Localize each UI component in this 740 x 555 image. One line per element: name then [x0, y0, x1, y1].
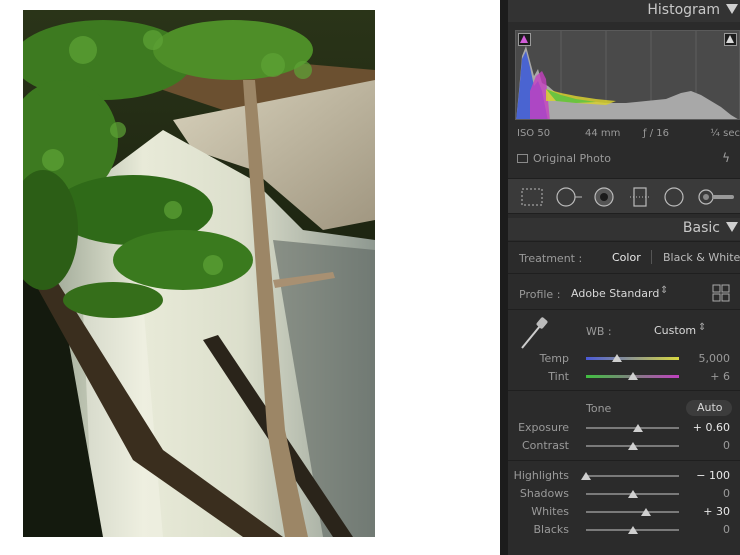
histogram-graph[interactable] — [515, 30, 740, 120]
treatment-bw-option[interactable]: Black & White — [663, 251, 740, 264]
panel-divider — [500, 0, 508, 555]
exif-shutter: ¼ sec — [710, 128, 740, 139]
original-photo-checkbox[interactable] — [517, 154, 528, 163]
slider-thumb[interactable] — [641, 508, 652, 516]
eyedropper-icon[interactable] — [518, 316, 550, 352]
auto-button[interactable]: Auto — [697, 401, 723, 414]
profile-dropdown[interactable]: Adobe Standard — [571, 287, 659, 300]
grid-icon[interactable] — [712, 284, 730, 302]
graduated-filter-icon[interactable] — [628, 187, 652, 207]
temp-value[interactable]: 5,000 — [699, 352, 731, 365]
tint-label: Tint — [548, 370, 569, 383]
exif-iso: ISO 50 — [517, 128, 551, 139]
radial-filter-icon[interactable] — [662, 187, 686, 207]
slider-thumb[interactable] — [627, 490, 638, 498]
temp-slider-thumb[interactable] — [611, 354, 622, 362]
slider-value[interactable]: 0 — [723, 523, 730, 536]
treatment-separator — [651, 250, 652, 264]
treatment-label: Treatment : — [519, 252, 583, 265]
collapse-triangle-icon[interactable] — [726, 4, 738, 14]
slider-thumb[interactable] — [633, 424, 644, 432]
profile-label: Profile : — [519, 288, 561, 301]
photo-canvas — [0, 0, 500, 555]
basic-title: Basic — [682, 220, 720, 236]
lightning-icon[interactable]: ϟ — [722, 151, 730, 165]
slider-label: Contrast — [521, 439, 569, 452]
shadow-clipping-toggle[interactable] — [518, 33, 531, 46]
slider-label: Blacks — [533, 523, 570, 536]
temp-slider-track[interactable] — [586, 357, 679, 360]
slider-thumb[interactable] — [581, 472, 591, 480]
basic-header[interactable]: Basic — [508, 218, 740, 240]
wb-label: WB : — [586, 325, 612, 338]
slider-track[interactable] — [586, 475, 679, 477]
spot-removal-icon[interactable] — [554, 187, 584, 207]
crop-icon[interactable] — [520, 187, 544, 207]
slider-value[interactable]: 0 — [723, 439, 730, 452]
slider-value[interactable]: + 30 — [703, 505, 730, 518]
histogram-curve — [516, 31, 738, 119]
tool-strip — [508, 178, 740, 214]
tint-slider-thumb[interactable] — [628, 372, 639, 380]
exif-info: ISO 50 44 mm ƒ / 16 ¼ sec — [517, 128, 740, 142]
histogram-header[interactable]: Histogram — [508, 0, 740, 22]
slider-value[interactable]: 0 — [723, 487, 730, 500]
original-photo-row[interactable]: Original Photo ϟ — [517, 151, 740, 168]
slider-thumb[interactable] — [627, 526, 638, 534]
slider-label: Whites — [531, 505, 569, 518]
temp-label: Temp — [539, 352, 569, 365]
histogram-title: Histogram — [647, 2, 720, 18]
slider-value[interactable]: + 0.60 — [693, 421, 730, 434]
slider-thumb[interactable] — [627, 442, 638, 450]
red-eye-icon[interactable] — [592, 187, 616, 207]
adjustment-brush-icon[interactable] — [696, 187, 736, 207]
profile-dropdown-arrows-icon[interactable]: ⇕ — [660, 285, 668, 296]
highlight-clipping-toggle[interactable] — [724, 33, 737, 46]
slider-label: Exposure — [518, 421, 569, 434]
slider-label: Highlights — [513, 469, 569, 482]
develop-panel: Histogram ISO 50 44 mm ƒ / 16 ¼ sec Orig… — [508, 0, 740, 555]
original-photo-label: Original Photo — [533, 152, 611, 165]
tint-value[interactable]: + 6 — [710, 370, 730, 383]
slider-value[interactable]: − 100 — [696, 469, 730, 482]
slider-label: Shadows — [519, 487, 569, 500]
treatment-color-option[interactable]: Color — [612, 251, 641, 264]
waterfall-photo — [23, 10, 375, 537]
collapse-triangle-icon[interactable] — [726, 222, 738, 232]
exif-focal-length: 44 mm — [585, 128, 621, 139]
wb-dropdown[interactable]: Custom — [654, 324, 696, 337]
tone-label: Tone — [586, 402, 612, 415]
exif-aperture: ƒ / 16 — [643, 128, 669, 139]
wb-dropdown-arrows-icon[interactable]: ⇕ — [698, 322, 706, 333]
slider-track[interactable] — [586, 511, 679, 513]
